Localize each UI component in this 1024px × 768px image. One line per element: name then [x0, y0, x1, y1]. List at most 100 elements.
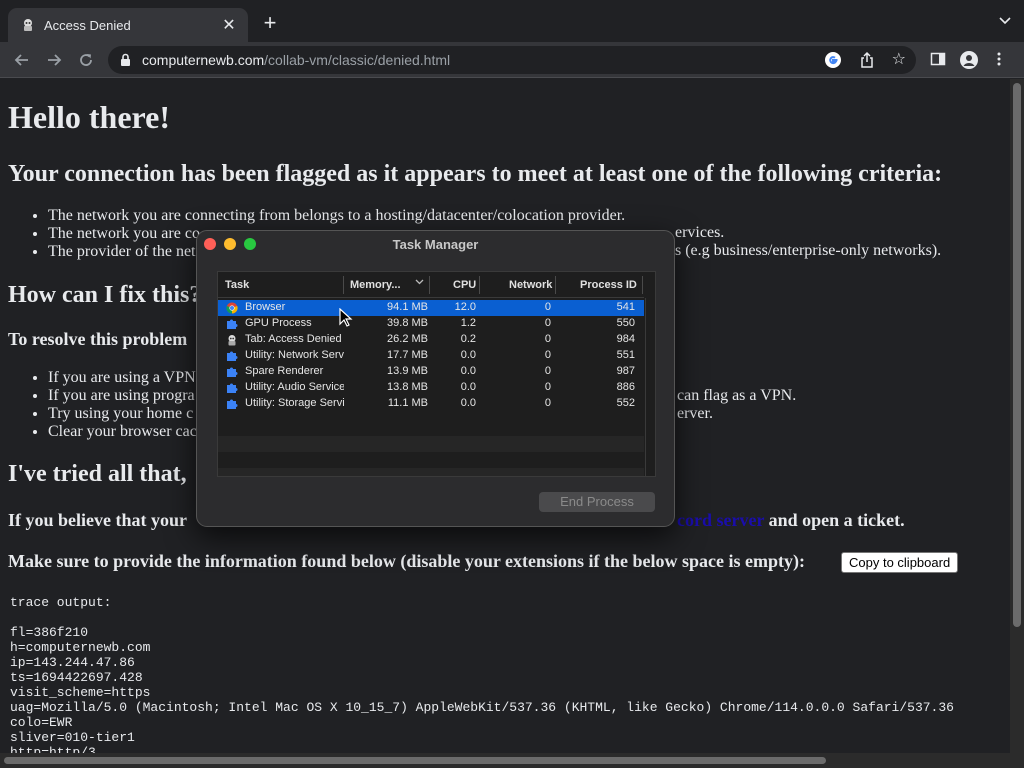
table-row[interactable]: Utility: Storage Service 11.1 MB 0.0 0 5…	[218, 396, 644, 412]
page-title: Hello there!	[8, 99, 171, 135]
task-process-id: 552	[616, 397, 635, 409]
share-icon[interactable]	[860, 51, 874, 74]
puzzle-icon	[226, 366, 238, 378]
vertical-scrollbar[interactable]	[1010, 79, 1024, 753]
task-cpu: 0.0	[460, 381, 476, 393]
lock-icon[interactable]	[120, 53, 132, 67]
task-manager-title: Task Manager	[392, 237, 479, 252]
list-item: Clear your browser cac	[48, 423, 197, 441]
google-lens-icon[interactable]	[824, 51, 842, 74]
task-process-id: 987	[616, 365, 635, 377]
fix-text-tail: erver.	[677, 405, 713, 422]
task-cpu: 0.0	[460, 365, 476, 377]
address-bar[interactable]: computernewb.com/collab-vm/classic/denie…	[108, 46, 916, 74]
page-favicon-icon	[226, 334, 238, 346]
table-row[interactable]: Utility: Audio Service 13.8 MB 0.0 0 886	[218, 380, 644, 396]
back-arrow-icon[interactable]	[12, 50, 32, 70]
tried-heading: I've tried all that,	[8, 461, 187, 487]
bookmark-star-icon[interactable]: ☆	[892, 51, 906, 69]
task-process-id: 541	[616, 301, 635, 313]
task-cpu: 0.0	[460, 397, 476, 409]
tab-title: Access Denied	[44, 17, 131, 33]
table-scrollbar[interactable]	[645, 298, 655, 476]
task-name: Utility: Audio Service	[245, 381, 344, 393]
puzzle-icon	[226, 318, 238, 330]
task-process-id: 886	[616, 381, 635, 393]
task-memory: 26.2 MB	[387, 333, 428, 345]
puzzle-icon	[226, 398, 238, 410]
empty-row	[218, 468, 644, 476]
profile-avatar-icon[interactable]	[960, 51, 978, 74]
fix-list: If you are using a VPN If you are using …	[48, 369, 197, 441]
horizontal-scrollbar-thumb[interactable]	[4, 757, 826, 764]
end-process-button[interactable]: End Process	[539, 492, 655, 512]
column-network[interactable]: Network	[509, 279, 552, 291]
provide-info-text: Make sure to provide the information fou…	[8, 551, 806, 571]
task-cpu: 0.0	[460, 349, 476, 361]
new-tab-icon[interactable]: +	[258, 12, 282, 34]
column-memory[interactable]: Memory...	[350, 279, 401, 291]
chrome-icon	[226, 302, 238, 314]
table-row[interactable]: Utility: Network Service 17.7 MB 0.0 0 5…	[218, 348, 644, 364]
url-path: /collab-vm/classic/denied.html	[264, 52, 451, 68]
process-table[interactable]: Task Memory... CPU Network Process ID Br…	[217, 271, 656, 477]
list-item: If you are using progra	[48, 387, 197, 405]
task-name: Tab: Access Denied	[245, 333, 342, 345]
task-network: 0	[544, 381, 551, 393]
task-memory: 13.9 MB	[387, 365, 428, 377]
table-row[interactable]: Tab: Access Denied 26.2 MB 0.2 0 984	[218, 332, 644, 348]
task-network: 0	[544, 317, 551, 329]
ticket-prefix: If you believe that your	[8, 510, 187, 530]
task-cpu: 0.2	[460, 333, 476, 345]
list-item: If you are using a VPN	[48, 369, 197, 387]
task-cpu: 1.2	[460, 317, 476, 329]
task-process-id: 984	[616, 333, 635, 345]
tab-strip: Access Denied ✕ +	[0, 0, 1024, 42]
column-divider[interactable]	[429, 276, 430, 294]
browser-toolbar: computernewb.com/collab-vm/classic/denie…	[0, 42, 1024, 78]
copy-to-clipboard-button[interactable]: Copy to clipboard	[841, 552, 959, 573]
ticket-suffix: and open a ticket.	[764, 510, 905, 530]
tab-close-icon[interactable]: ✕	[220, 15, 238, 35]
sort-chevron-icon[interactable]	[415, 277, 424, 289]
table-row[interactable]: Browser 94.1 MB 12.0 0 541	[218, 300, 644, 316]
page-favicon-icon	[20, 17, 36, 33]
task-network: 0	[544, 397, 551, 409]
fix-text-tail: can flag as a VPN.	[677, 387, 797, 404]
task-process-id: 551	[616, 349, 635, 361]
column-process-id[interactable]: Process ID	[580, 279, 637, 291]
table-header: Task Memory... CPU Network Process ID	[218, 272, 644, 298]
fix-heading: How can I fix this?	[8, 282, 202, 308]
column-divider[interactable]	[555, 276, 556, 294]
discord-link[interactable]: cord server	[677, 510, 764, 530]
column-divider[interactable]	[343, 276, 344, 294]
column-task[interactable]: Task	[225, 279, 249, 291]
task-manager-window[interactable]: Task Manager Task Memory... CPU Network …	[196, 230, 675, 527]
task-network: 0	[544, 349, 551, 361]
list-item: Try using your home c	[48, 405, 197, 423]
vertical-scrollbar-thumb[interactable]	[1013, 83, 1021, 627]
ticket-link-line: cord server and open a ticket.	[677, 510, 905, 531]
column-cpu[interactable]: CPU	[453, 279, 476, 291]
list-item: The network you are connecting from belo…	[48, 207, 625, 225]
empty-row	[218, 436, 644, 452]
trace-output: trace output: fl=386f210 h=computernewb.…	[10, 595, 954, 753]
column-divider[interactable]	[642, 276, 643, 294]
flagged-heading: Your connection has been flagged as it a…	[8, 161, 943, 187]
horizontal-scrollbar[interactable]	[0, 753, 1010, 768]
task-network: 0	[544, 365, 551, 377]
task-name: GPU Process	[245, 317, 312, 329]
side-panel-icon[interactable]	[930, 51, 946, 72]
tab-search-chevron-icon[interactable]	[998, 14, 1012, 28]
table-row[interactable]: GPU Process 39.8 MB 1.2 0 550	[218, 316, 644, 332]
task-memory: 39.8 MB	[387, 317, 428, 329]
column-divider[interactable]	[479, 276, 480, 294]
task-name: Spare Renderer	[245, 365, 324, 377]
table-row[interactable]: Spare Renderer 13.9 MB 0.0 0 987	[218, 364, 644, 380]
scrollbar-corner	[1010, 753, 1024, 768]
tab-access-denied[interactable]: Access Denied ✕	[8, 8, 248, 42]
reload-icon[interactable]	[76, 50, 96, 70]
puzzle-icon	[226, 350, 238, 362]
kebab-menu-icon[interactable]	[996, 51, 1002, 72]
forward-arrow-icon[interactable]	[44, 50, 64, 70]
